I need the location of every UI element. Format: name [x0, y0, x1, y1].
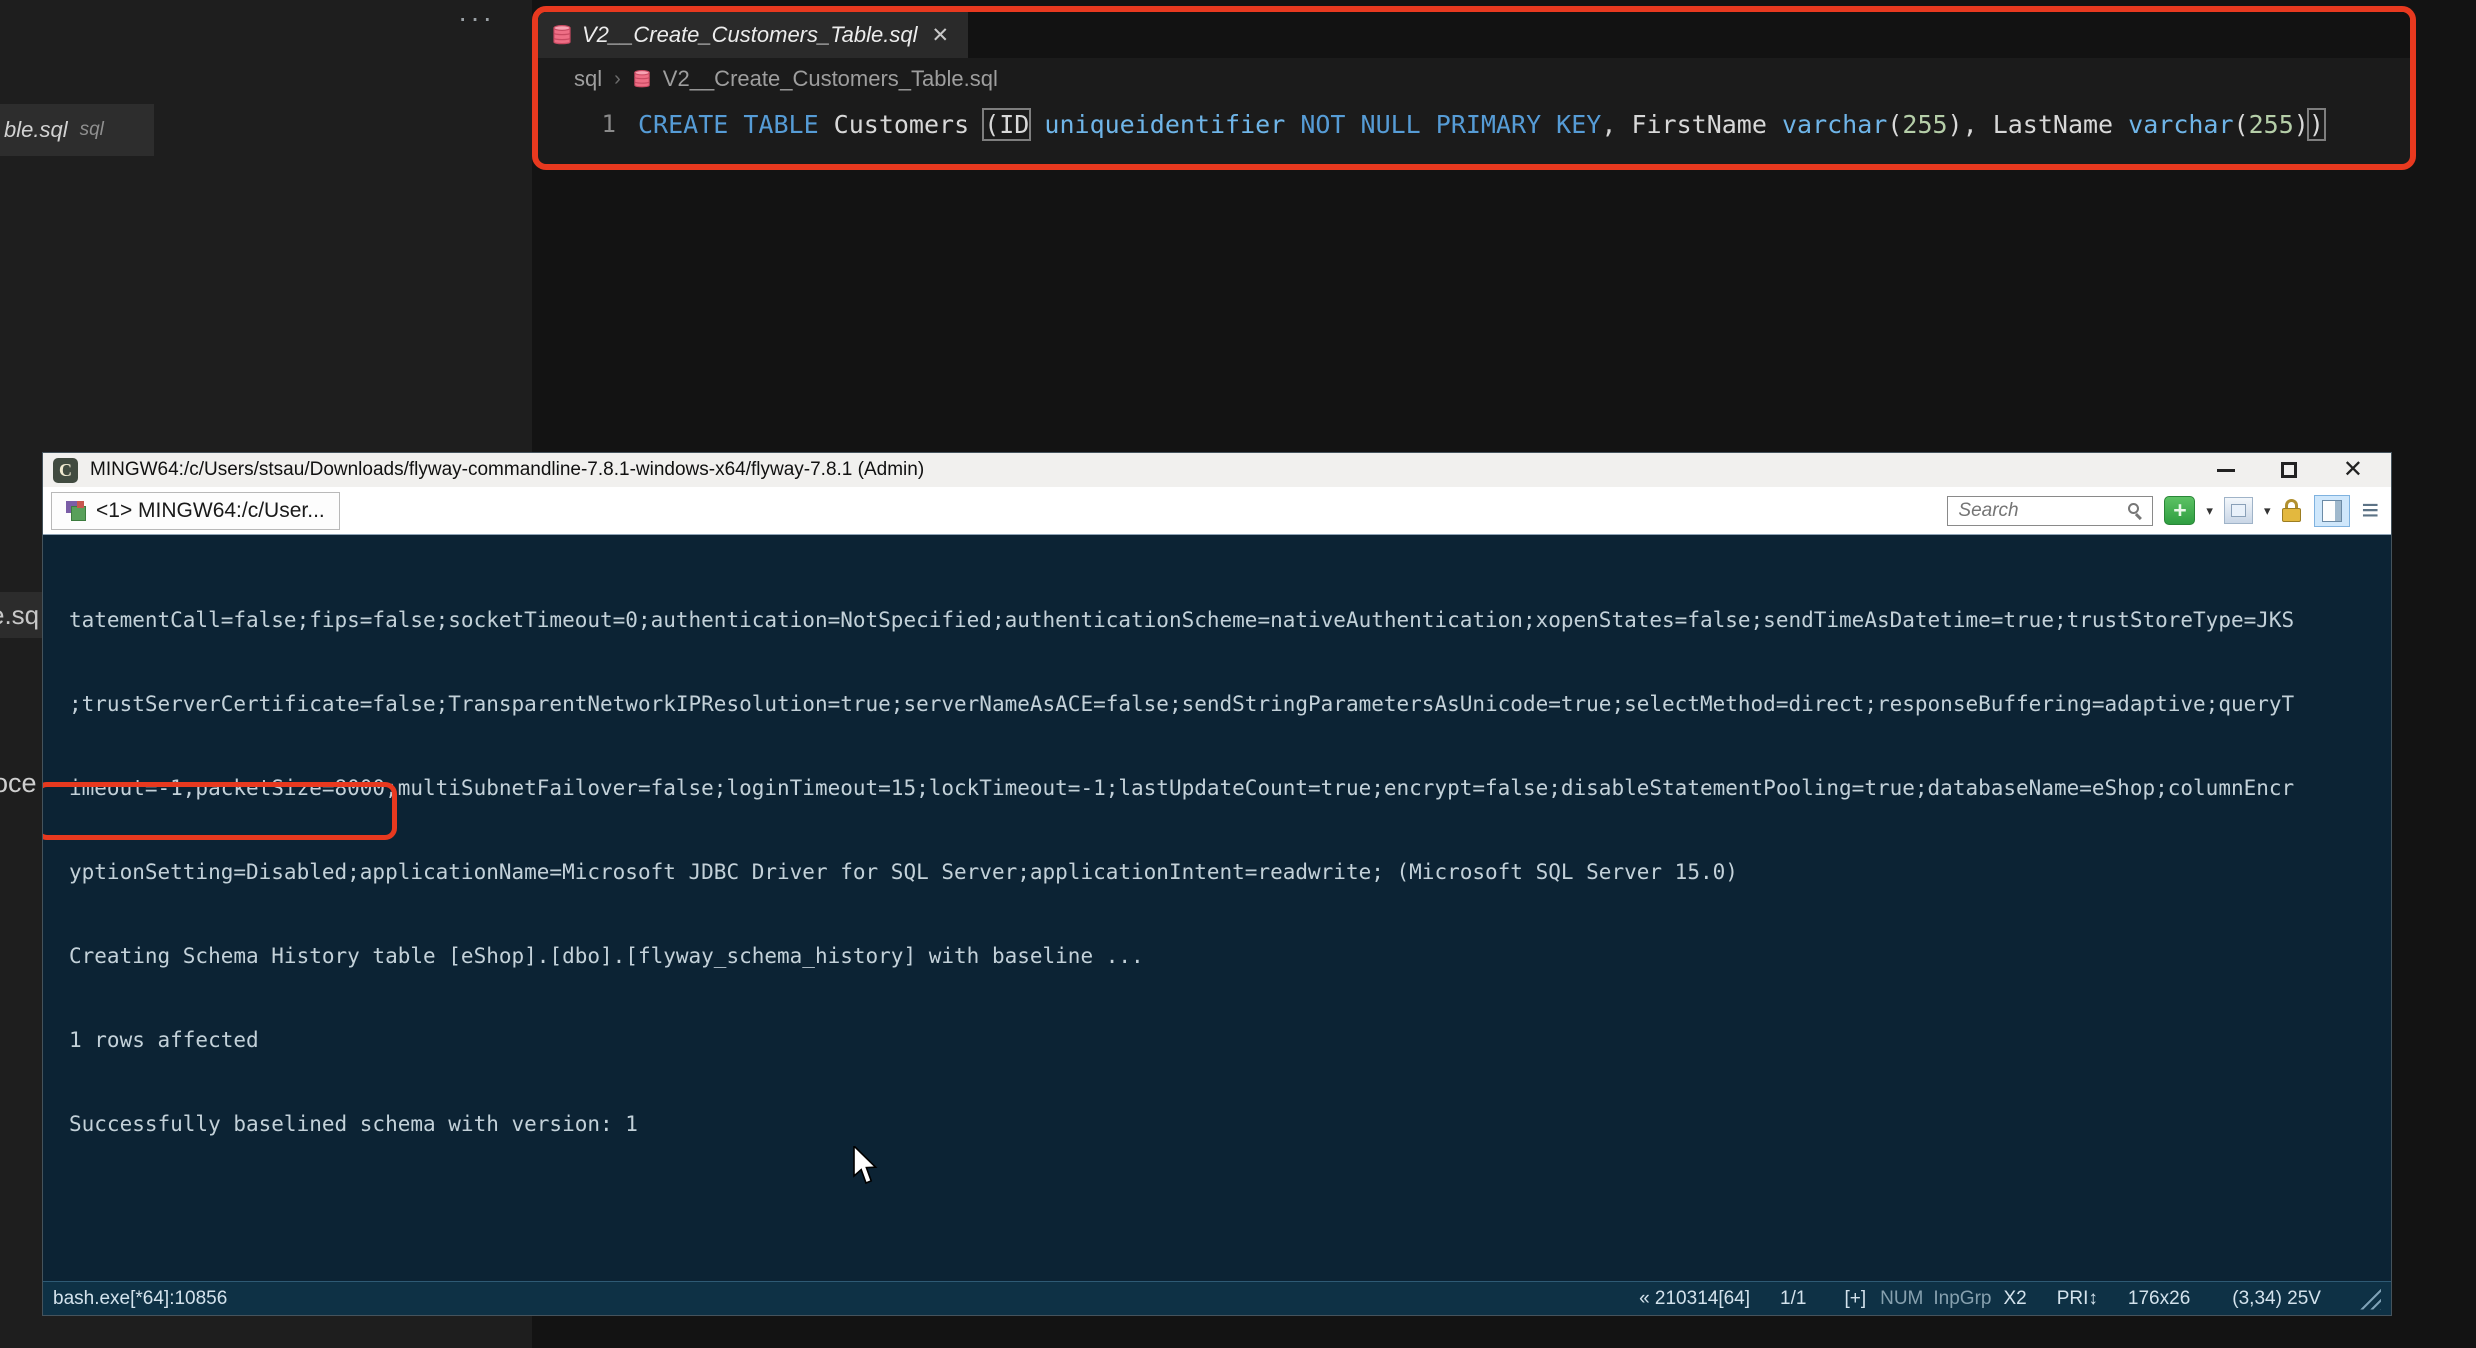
database-file-icon	[553, 24, 571, 45]
editor-tab-bar: V2__Create_Customers_Table.sql ✕	[538, 12, 2410, 58]
status-inpgrp: InpGrp	[1933, 1287, 1992, 1309]
tab-v2-create-customers-table[interactable]: V2__Create_Customers_Table.sql ✕	[538, 12, 968, 58]
console-window-button[interactable]	[2223, 497, 2253, 524]
status-right-cluster: « 210314[64] 1/1 [+] NUM InpGrp X2 PRI↕ …	[1639, 1287, 2381, 1310]
background-tab-label: ble.sql	[4, 117, 68, 142]
conemu-app-icon: C	[53, 457, 78, 483]
terminal-window: C MINGW64:/c/Users/stsau/Downloads/flywa…	[42, 452, 2392, 1316]
terminal-output-line: ;trustServerCertificate=false;Transparen…	[69, 692, 2295, 716]
terminal-status-bar: bash.exe[*64]:10856 « 210314[64] 1/1 [+]…	[43, 1281, 2391, 1315]
resize-grip[interactable]	[2355, 1287, 2381, 1310]
background-tab-language: sql	[79, 119, 104, 140]
terminal-output-line: tatementCall=false;fips=false;socketTime…	[69, 608, 2295, 632]
line-number: 1	[601, 110, 616, 138]
status-numlock: NUM	[1880, 1287, 1924, 1309]
screen: ··· ble.sql sql e.sq roce V2__Create_Cus…	[0, 0, 2476, 1348]
code-token: NOT NULL PRIMARY KEY	[1300, 109, 1602, 139]
close-tab-icon[interactable]: ✕	[932, 23, 950, 48]
maximize-icon[interactable]	[2280, 462, 2297, 478]
console-tab-1[interactable]: <1> MINGW64:/c/User...	[51, 491, 340, 530]
terminal-output-line: 1 rows affected	[69, 1028, 259, 1052]
code-token: uniqueidentifier	[1044, 109, 1286, 139]
mingw-shell-icon	[66, 500, 86, 521]
editor-actions-ellipsis[interactable]: ···	[458, 2, 495, 34]
status-plus-flag: [+]	[1844, 1287, 1867, 1309]
terminal-title-bar[interactable]: C MINGW64:/c/Users/stsau/Downloads/flywa…	[43, 453, 2391, 487]
background-partial-filename: e.sq	[0, 600, 40, 630]
status-process-info: bash.exe[*64]:10856	[53, 1287, 228, 1309]
breadcrumb-root[interactable]: sql	[574, 66, 602, 92]
breadcrumb-file[interactable]: V2__Create_Customers_Table.sql	[663, 66, 998, 92]
terminal-window-title: MINGW64:/c/Users/stsau/Downloads/flyway-…	[90, 459, 925, 480]
terminal-output-line: Successfully baselined schema with versi…	[69, 1112, 638, 1136]
search-icon	[2126, 502, 2144, 520]
background-partial-text: roce	[0, 768, 37, 798]
console-tab-label: <1> MINGW64:/c/User...	[96, 498, 325, 522]
database-file-icon	[634, 69, 650, 88]
panel-toggle-button[interactable]	[2314, 494, 2351, 527]
code-token: ), LastName	[1947, 109, 2129, 139]
terminal-output-line: imeout=-1;packetSize=8000;multiSubnetFai…	[69, 776, 2295, 800]
mouse-cursor	[853, 1146, 878, 1185]
close-icon[interactable]: ✕	[2343, 458, 2363, 482]
search-input[interactable]	[1956, 498, 2127, 523]
terminal-tab-row: <1> MINGW64:/c/User... + ▾ ▾ ≡	[43, 487, 2391, 535]
editor-highlight-region: V2__Create_Customers_Table.sql ✕ sql › V…	[532, 6, 2416, 170]
terminal-output-line: yptionSetting=Disabled;applicationName=M…	[69, 860, 1738, 884]
terminal-output[interactable]: tatementCall=false;fips=false;socketTime…	[43, 536, 2391, 1281]
code-token: , FirstName	[1601, 109, 1782, 139]
code-token: )	[2293, 109, 2309, 139]
code-token: (	[2233, 109, 2249, 139]
window-controls: ✕	[2216, 458, 2363, 482]
terminal-toolbar: + ▾ ▾ ≡	[1947, 494, 2383, 527]
status-priority: PRI↕	[2056, 1287, 2098, 1309]
tab-title: V2__Create_Customers_Table.sql	[582, 22, 918, 47]
status-cursor-pos: (3,34) 25V	[2232, 1287, 2321, 1309]
code-token: 255	[1902, 109, 1948, 139]
code-token-cursor: (ID	[984, 109, 1030, 139]
status-tab-count: 1/1	[1780, 1287, 1807, 1309]
code-line-1[interactable]: 1 CREATE TABLE Customers (ID uniqueident…	[538, 102, 2410, 146]
minimize-icon[interactable]	[2216, 468, 2235, 472]
status-x2: X2	[2003, 1287, 2027, 1309]
lock-icon[interactable]	[2281, 498, 2303, 523]
hamburger-menu-icon[interactable]: ≡	[2361, 495, 2379, 526]
chevron-right-icon: ›	[614, 67, 621, 90]
code-token: (	[1887, 109, 1903, 139]
code-token: Customers	[818, 109, 985, 139]
search-box[interactable]	[1947, 495, 2154, 526]
new-console-button[interactable]: +	[2164, 496, 2196, 525]
code-token-bracket-match: )	[2308, 109, 2324, 139]
background-editor-tab[interactable]: ble.sql sql	[0, 104, 154, 156]
code-token: 255	[2248, 109, 2294, 139]
status-build: « 210314[64]	[1639, 1287, 1751, 1309]
terminal-output-line: Creating Schema History table [eShop].[d…	[69, 944, 1144, 968]
chevron-down-icon[interactable]: ▾	[2206, 503, 2213, 519]
code-token: varchar	[2128, 109, 2234, 139]
breadcrumb[interactable]: sql › V2__Create_Customers_Table.sql	[574, 66, 998, 92]
status-console-size: 176x26	[2127, 1287, 2191, 1309]
chevron-down-icon[interactable]: ▾	[2264, 503, 2271, 519]
code-token: CREATE TABLE	[638, 109, 819, 139]
code-token: varchar	[1781, 109, 1888, 139]
